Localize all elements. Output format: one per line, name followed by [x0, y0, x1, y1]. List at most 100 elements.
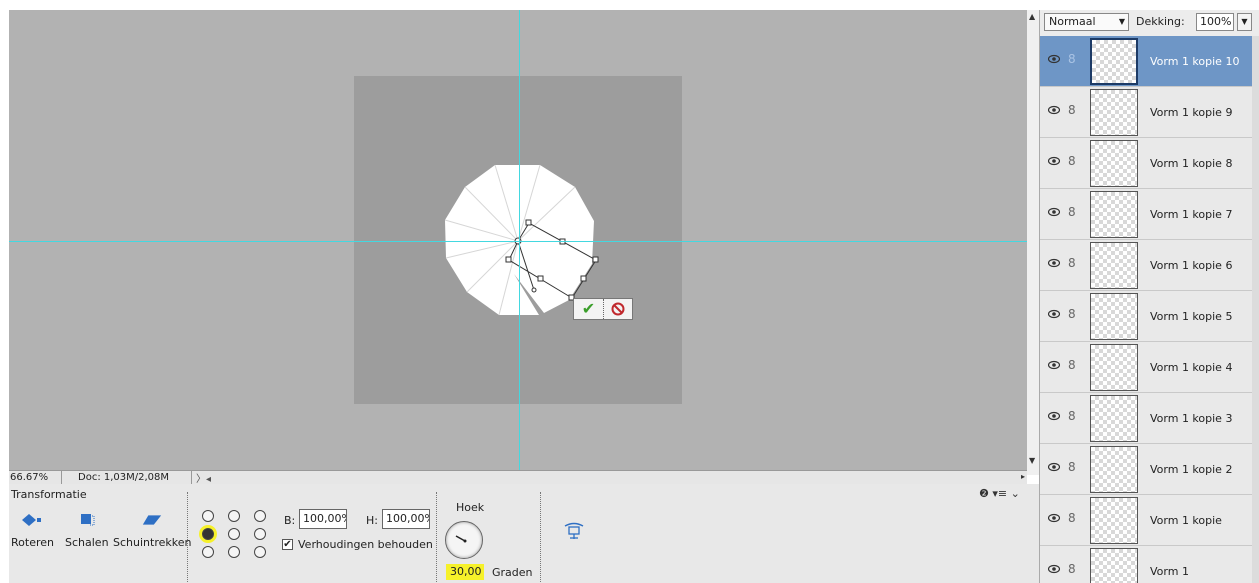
layer-thumbnail: [1090, 191, 1138, 238]
eye-icon[interactable]: [1048, 462, 1060, 472]
help-icons[interactable]: ❷ ▾≡ ⌄: [979, 487, 1020, 500]
layer-name: Vorm 1 kopie 7: [1150, 208, 1233, 221]
eye-icon[interactable]: [1048, 156, 1060, 166]
link-icon[interactable]: 8: [1068, 205, 1076, 219]
layer-row[interactable]: 8 Vorm 1 kopie 10: [1040, 36, 1252, 87]
link-icon[interactable]: 8: [1068, 460, 1076, 474]
chevron-down-icon: ▼: [1118, 17, 1125, 26]
canvas-vertical-scrollbar[interactable]: ▲ ▼: [1027, 10, 1039, 475]
scroll-right-icon[interactable]: ▸: [1021, 472, 1025, 481]
eye-icon[interactable]: [1048, 207, 1060, 217]
layer-name: Vorm 1 kopie 6: [1150, 259, 1233, 272]
layers-header: Normaal ▼ Dekking: 100% ▼: [1040, 10, 1259, 36]
reference-point-grid: [202, 510, 270, 558]
status-bar: 66.67% Doc: 1,03M/2,08M 〉◂ ▸: [9, 470, 1027, 485]
link-icon[interactable]: 8: [1068, 511, 1076, 525]
layer-name: Vorm 1 kopie 9: [1150, 106, 1233, 119]
scale-icon: [76, 512, 98, 528]
eye-icon[interactable]: [1048, 411, 1060, 421]
guide-horizontal: [9, 241, 1027, 242]
tool-options-bar: Transformatie ❷ ▾≡ ⌄ Roteren Schalen Sch…: [9, 484, 1039, 583]
doc-size: Doc: 1,03M/2,08M: [62, 470, 192, 485]
layer-row[interactable]: 8 Vorm 1 kopie 3: [1040, 393, 1252, 444]
ref-point-middle-left[interactable]: [202, 528, 214, 540]
layer-thumbnail: [1090, 548, 1138, 583]
eye-icon[interactable]: [1048, 105, 1060, 115]
layer-name: Vorm 1 kopie: [1150, 514, 1222, 527]
layer-row[interactable]: 8 Vorm 1 kopie 4: [1040, 342, 1252, 393]
layer-row[interactable]: 8 Vorm 1: [1040, 546, 1252, 583]
link-icon[interactable]: 8: [1068, 409, 1076, 423]
layer-row[interactable]: 8 Vorm 1 kopie: [1040, 495, 1252, 546]
blend-mode-select[interactable]: Normaal ▼: [1044, 13, 1129, 31]
link-icon[interactable]: 8: [1068, 103, 1076, 117]
layer-row[interactable]: 8 Vorm 1 kopie 8: [1040, 138, 1252, 189]
layers-scrollbar[interactable]: [1252, 36, 1259, 583]
ref-point-bottom-left[interactable]: [202, 546, 214, 558]
link-icon[interactable]: 8: [1068, 154, 1076, 168]
height-input[interactable]: 100,00%: [382, 509, 430, 529]
zoom-field[interactable]: 66.67%: [9, 470, 62, 485]
link-icon[interactable]: 8: [1068, 307, 1076, 321]
guide-vertical: [519, 10, 520, 470]
layer-row[interactable]: 8 Vorm 1 kopie 6: [1040, 240, 1252, 291]
layer-row[interactable]: 8 Vorm 1 kopie 7: [1040, 189, 1252, 240]
layer-thumbnail: [1090, 89, 1138, 136]
transform-commit-box: ✔: [573, 298, 633, 320]
cancel-icon[interactable]: [604, 302, 632, 316]
options-title: Transformatie: [11, 488, 87, 501]
document-canvas[interactable]: ✔: [9, 10, 1027, 470]
free-transform-icon[interactable]: [563, 522, 585, 543]
rotate-label: Roteren: [11, 536, 54, 549]
ref-point-top-right[interactable]: [254, 510, 266, 522]
link-icon[interactable]: 8: [1068, 256, 1076, 270]
keep-proportions[interactable]: ✔ Verhoudingen behouden: [282, 538, 433, 551]
keep-proportions-label: Verhoudingen behouden: [298, 538, 433, 551]
keep-proportions-checkbox[interactable]: ✔: [282, 539, 293, 550]
width-input[interactable]: 100,00%: [299, 509, 347, 529]
link-icon[interactable]: 8: [1068, 52, 1076, 66]
skew-button[interactable]: Schuintrekken: [113, 512, 191, 549]
angle-input[interactable]: 30,00: [446, 564, 484, 580]
layers-panel: Normaal ▼ Dekking: 100% ▼ 8 Vorm 1 kopie…: [1039, 10, 1259, 583]
link-icon[interactable]: 8: [1068, 562, 1076, 576]
ref-point-bottom-center[interactable]: [228, 546, 240, 558]
link-icon[interactable]: 8: [1068, 358, 1076, 372]
scroll-up-icon[interactable]: ▲: [1029, 12, 1035, 21]
ref-point-bottom-right[interactable]: [254, 546, 266, 558]
layer-thumbnail: [1090, 140, 1138, 187]
ref-point-middle-center[interactable]: [228, 528, 240, 540]
layer-thumbnail: [1090, 242, 1138, 289]
scale-button[interactable]: Schalen: [65, 512, 109, 549]
eye-icon[interactable]: [1048, 564, 1060, 574]
layer-name: Vorm 1 kopie 4: [1150, 361, 1233, 374]
layer-row[interactable]: 8 Vorm 1 kopie 2: [1040, 444, 1252, 495]
status-menu-arrow[interactable]: 〉◂: [192, 470, 211, 485]
separator: [187, 492, 188, 582]
scroll-down-icon[interactable]: ▼: [1029, 456, 1035, 465]
rotate-button[interactable]: Roteren: [11, 512, 54, 549]
eye-icon[interactable]: [1048, 309, 1060, 319]
scale-label: Schalen: [65, 536, 109, 549]
layer-thumbnail: [1090, 344, 1138, 391]
layer-name: Vorm 1 kopie 10: [1150, 55, 1240, 68]
eye-icon[interactable]: [1048, 513, 1060, 523]
opacity-input[interactable]: 100%: [1196, 13, 1234, 31]
layer-list: 8 Vorm 1 kopie 10 8 Vorm 1 kopie 9 8 Vor…: [1040, 36, 1252, 583]
angle-dial[interactable]: [445, 521, 483, 559]
ref-point-top-left[interactable]: [202, 510, 214, 522]
layer-name: Vorm 1 kopie 3: [1150, 412, 1233, 425]
ref-point-middle-right[interactable]: [254, 528, 266, 540]
width-label: B:: [284, 514, 296, 527]
layer-row[interactable]: 8 Vorm 1 kopie 9: [1040, 87, 1252, 138]
opacity-dropdown-icon[interactable]: ▼: [1237, 13, 1252, 31]
eye-icon[interactable]: [1048, 360, 1060, 370]
eye-icon[interactable]: [1048, 54, 1060, 64]
ref-point-top-center[interactable]: [228, 510, 240, 522]
layer-name: Vorm 1 kopie 8: [1150, 157, 1233, 170]
shape-layer[interactable]: [9, 10, 1027, 470]
eye-icon[interactable]: [1048, 258, 1060, 268]
check-icon[interactable]: ✔: [574, 299, 604, 319]
layer-name: Vorm 1 kopie 5: [1150, 310, 1233, 323]
layer-row[interactable]: 8 Vorm 1 kopie 5: [1040, 291, 1252, 342]
